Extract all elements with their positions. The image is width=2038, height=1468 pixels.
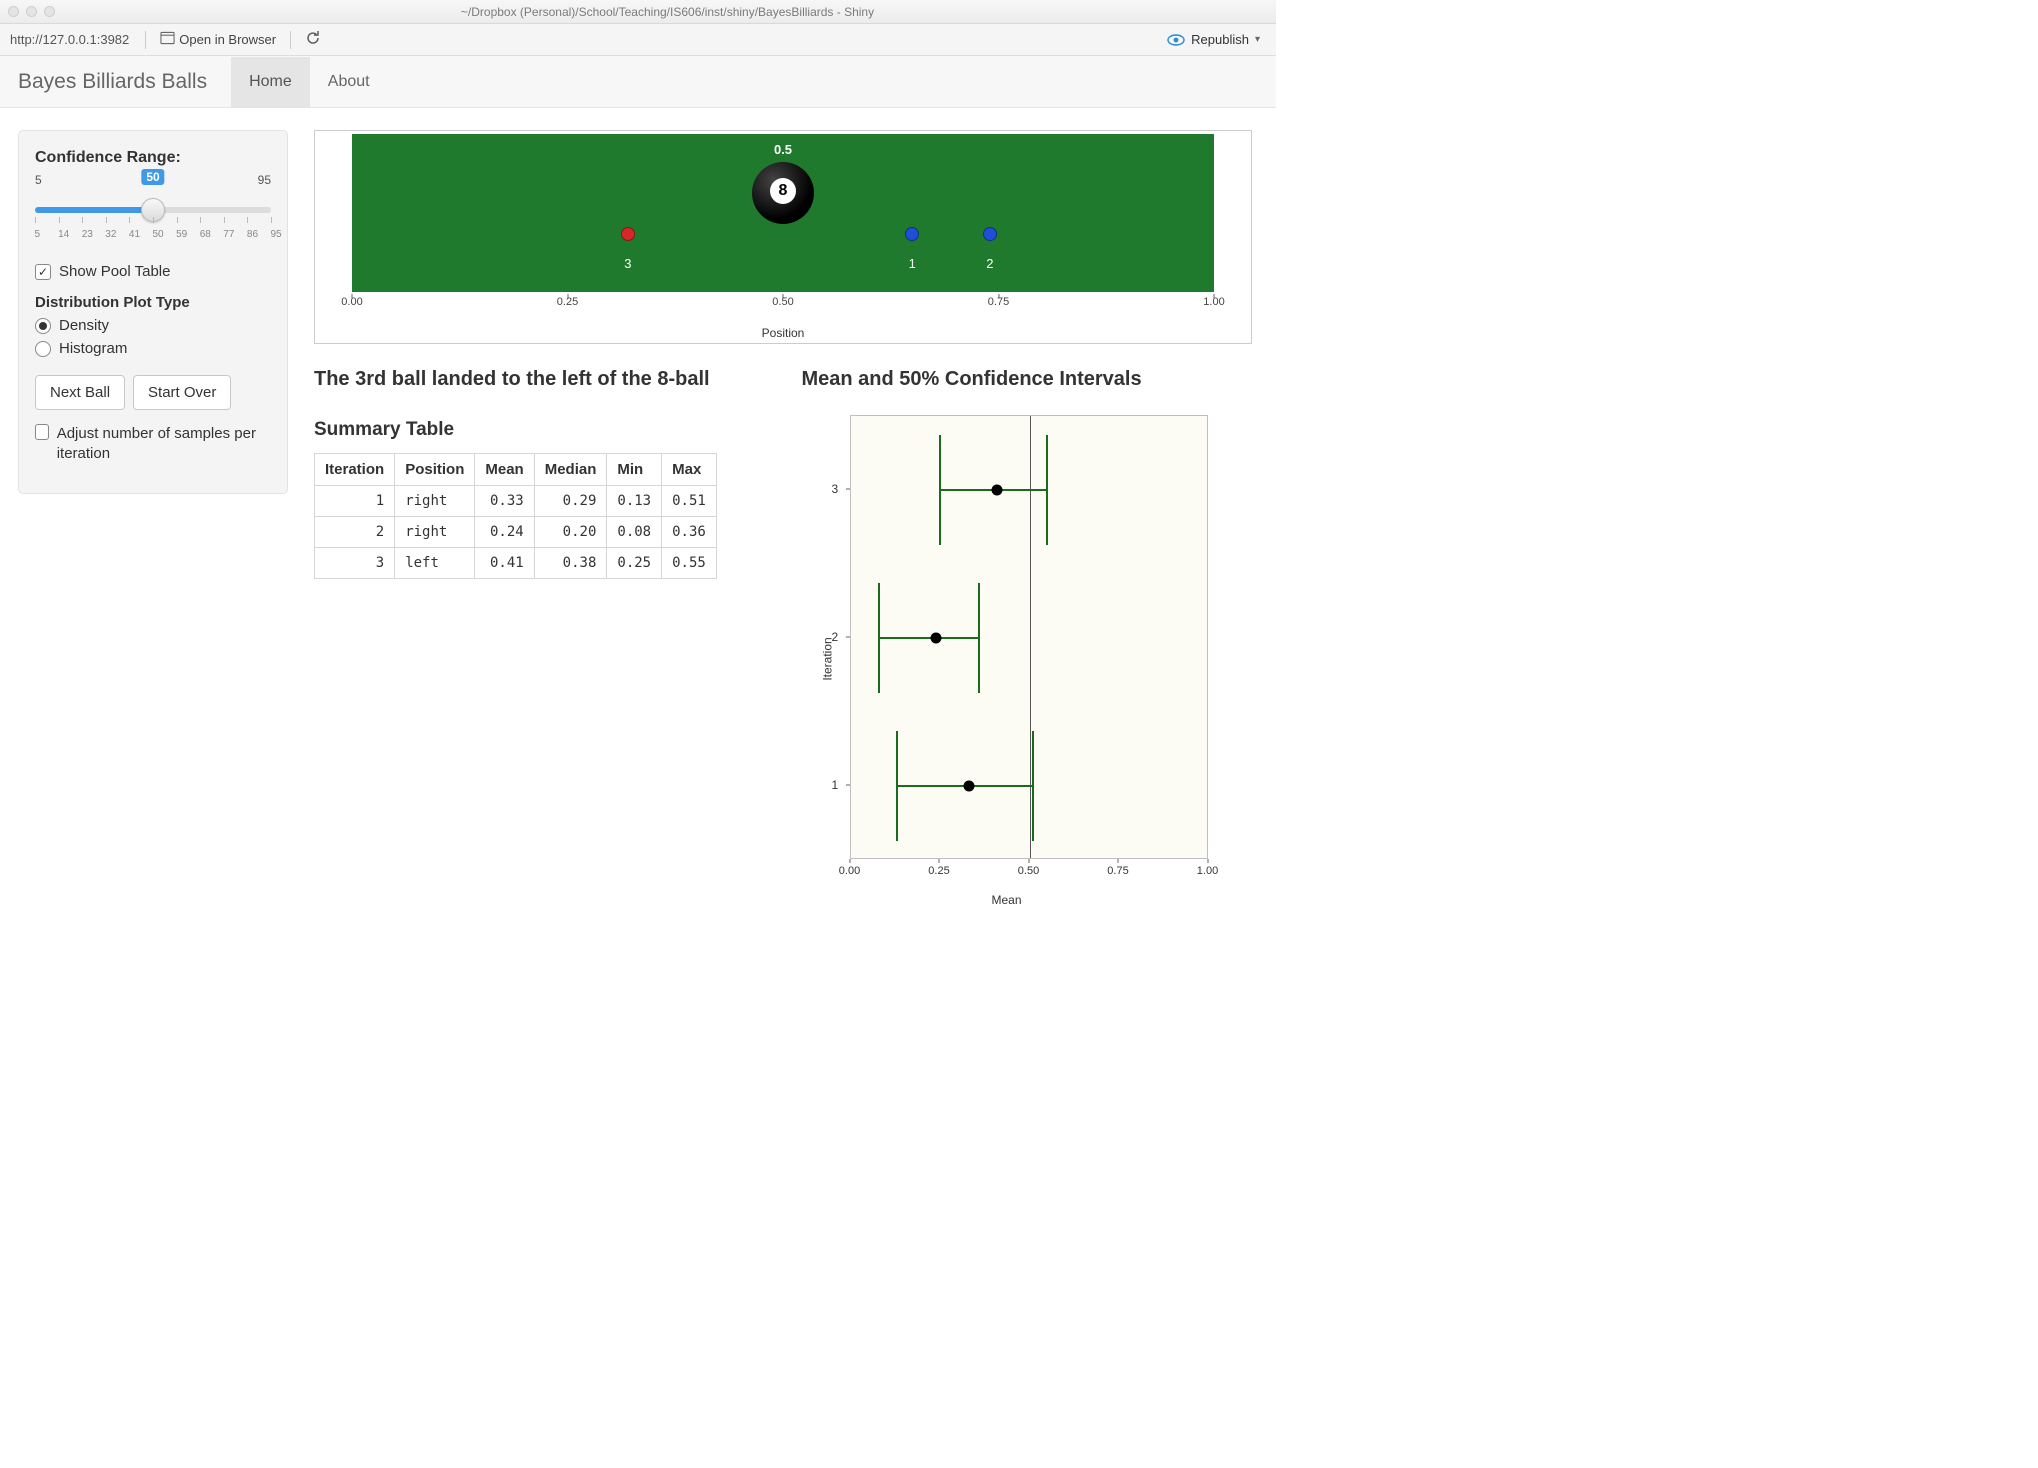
ball-label: 1 — [909, 256, 916, 271]
slider-min: 5 — [35, 173, 42, 187]
show-pool-label: Show Pool Table — [59, 263, 170, 280]
plot-type-label: Distribution Plot Type — [35, 294, 271, 311]
separator — [145, 31, 146, 49]
ball-1 — [905, 227, 919, 241]
col-iteration: Iteration — [315, 454, 395, 486]
chevron-down-icon: ▾ — [1255, 34, 1260, 45]
radio-histogram[interactable]: Histogram — [35, 340, 271, 357]
col-mean: Mean — [475, 454, 534, 486]
show-pool-checkbox[interactable]: ✓ Show Pool Table — [35, 263, 271, 280]
table-row: 1right0.330.290.130.51 — [315, 486, 717, 517]
radio-icon — [35, 341, 51, 357]
republish-button[interactable]: Republish ▾ — [1161, 30, 1266, 49]
app-brand: Bayes Billiards Balls — [18, 70, 207, 94]
slider-fill — [35, 207, 153, 213]
slider-max: 95 — [258, 173, 271, 187]
viewer-url: http://127.0.0.1:3982 — [10, 32, 129, 47]
slider-track[interactable] — [35, 207, 271, 213]
republish-label: Republish — [1191, 32, 1249, 47]
minimize-dot[interactable] — [26, 6, 37, 17]
checkbox-icon: ✓ — [35, 264, 51, 280]
ball-3 — [621, 227, 635, 241]
slider-value-badge: 50 — [141, 169, 164, 185]
summary-table: IterationPositionMeanMedianMinMax 1right… — [314, 453, 717, 579]
pool-table-plot: 80.5312 0.000.250.500.751.00 Position — [314, 130, 1252, 344]
radio-density-label: Density — [59, 317, 109, 334]
confidence-range-label: Confidence Range: — [35, 149, 271, 167]
sidebar-panel: Confidence Range: 5 95 50 51423324150596… — [18, 130, 288, 494]
adjust-samples-checkbox[interactable]: Adjust number of samples per iteration — [35, 424, 271, 465]
open-in-browser-label: Open in Browser — [179, 32, 276, 47]
publish-icon — [1167, 34, 1185, 46]
browser-icon — [160, 31, 175, 48]
col-median: Median — [534, 454, 607, 486]
status-heading: The 3rd ball landed to the left of the 8… — [314, 368, 774, 391]
table-row: 2right0.240.200.080.36 — [315, 517, 717, 548]
ci-heading: Mean and 50% Confidence Intervals — [802, 368, 1253, 391]
open-in-browser-button[interactable]: Open in Browser — [154, 29, 282, 50]
tab-about[interactable]: About — [310, 57, 388, 107]
checkbox-icon — [35, 424, 49, 440]
confidence-slider[interactable]: 5 95 50 514233241505968778695 — [35, 173, 271, 243]
ball-label: 2 — [986, 256, 993, 271]
ci-x-axis-label: Mean — [802, 893, 1212, 907]
radio-icon — [35, 318, 51, 334]
slider-tick-labels: 514233241505968778695 — [35, 229, 271, 243]
summary-heading: Summary Table — [314, 419, 774, 441]
viewer-toolbar: http://127.0.0.1:3982 Open in Browser Re… — [0, 24, 1276, 56]
reload-button[interactable] — [299, 28, 327, 51]
separator — [290, 31, 291, 49]
radio-density[interactable]: Density — [35, 317, 271, 334]
pool-x-axis-label: Position — [318, 326, 1248, 340]
adjust-samples-label: Adjust number of samples per iteration — [57, 424, 271, 465]
eight-ball-label: 0.5 — [774, 142, 792, 157]
tab-home[interactable]: Home — [231, 57, 310, 107]
window-title: ~/Dropbox (Personal)/School/Teaching/IS6… — [67, 5, 1268, 19]
start-over-button[interactable]: Start Over — [133, 375, 231, 410]
window-titlebar: ~/Dropbox (Personal)/School/Teaching/IS6… — [0, 0, 1276, 24]
main-panel: 80.5312 0.000.250.500.751.00 Position Th… — [314, 130, 1252, 909]
app-navbar: Bayes Billiards Balls Home About — [0, 56, 1276, 108]
col-min: Min — [607, 454, 662, 486]
window-controls[interactable] — [8, 6, 55, 17]
ci-plot: Iteration Mean 1230.000.250.500.751.00 — [802, 409, 1212, 909]
close-dot[interactable] — [8, 6, 19, 17]
ball-2 — [983, 227, 997, 241]
eight-ball: 8 — [752, 162, 814, 224]
radio-histogram-label: Histogram — [59, 340, 127, 357]
next-ball-button[interactable]: Next Ball — [35, 375, 125, 410]
ball-label: 3 — [624, 256, 631, 271]
zoom-dot[interactable] — [44, 6, 55, 17]
col-max: Max — [662, 454, 717, 486]
col-position: Position — [395, 454, 475, 486]
table-row: 3left0.410.380.250.55 — [315, 548, 717, 579]
reload-icon — [305, 30, 321, 49]
